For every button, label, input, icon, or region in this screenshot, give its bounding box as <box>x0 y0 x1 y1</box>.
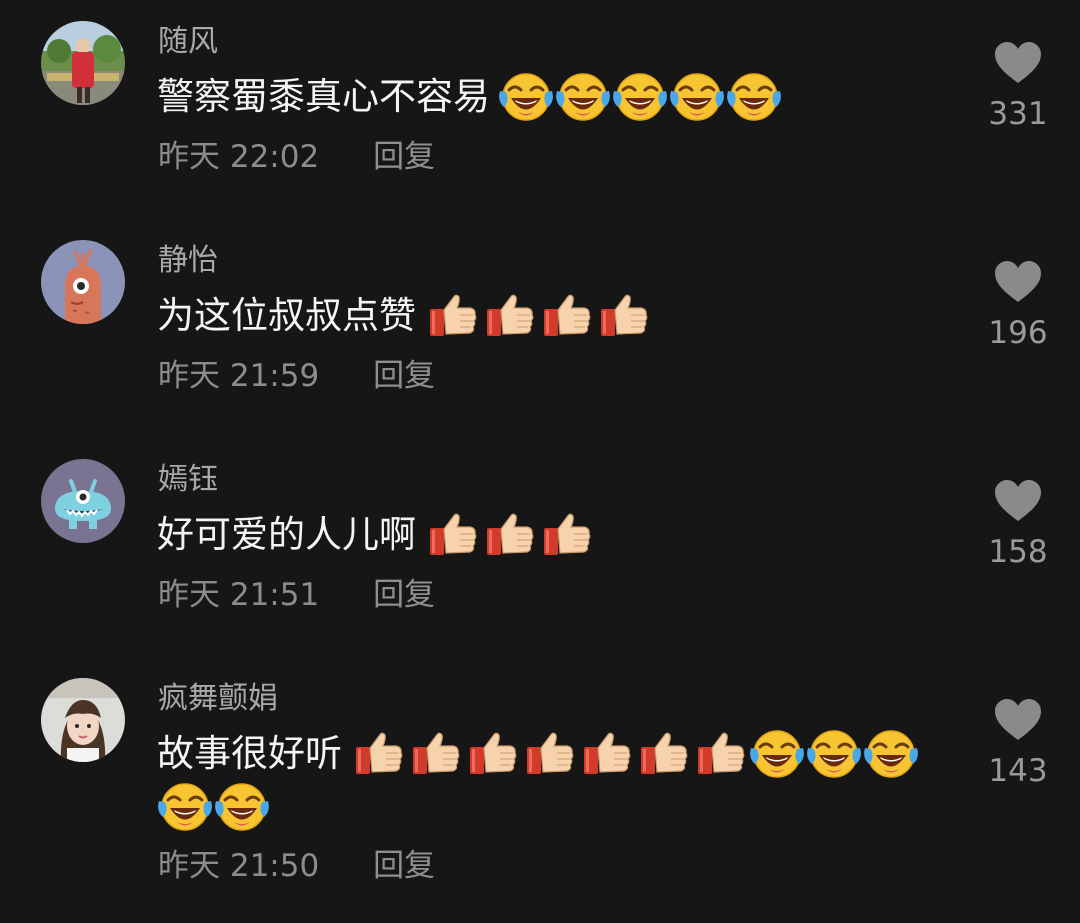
thumbs-up-emoji <box>521 728 578 780</box>
comment-text: 故事很好听 <box>157 732 342 775</box>
user-photo-icon <box>41 21 125 105</box>
like-button[interactable]: 158 <box>978 479 1058 570</box>
comment-text-line: 警察蜀黍真心不容易 <box>157 68 783 126</box>
thumbs-up-emoji <box>464 728 521 780</box>
reply-button[interactable]: 回复 <box>373 358 435 394</box>
like-count: 158 <box>988 534 1048 570</box>
avatar[interactable] <box>41 459 125 543</box>
timestamp: 昨天 21:51 <box>158 577 320 613</box>
username[interactable]: 随风 <box>158 25 218 59</box>
reply-button[interactable]: 回复 <box>373 577 435 613</box>
thumbs-up-emoji <box>692 728 749 780</box>
like-count: 196 <box>988 315 1048 351</box>
comment-item: 疯舞颤娟 故事很好听 昨天 21:50 回复 143 <box>0 657 1080 923</box>
laughing-crying-emoji <box>806 728 863 780</box>
laughing-crying-emoji <box>498 71 555 123</box>
like-button[interactable]: 196 <box>978 260 1058 351</box>
like-count: 143 <box>988 753 1048 789</box>
avatar[interactable] <box>41 240 125 324</box>
like-button[interactable]: 143 <box>978 698 1058 789</box>
avatar[interactable] <box>41 21 125 105</box>
thumbs-up-emoji <box>481 509 538 561</box>
username[interactable]: 静怡 <box>158 244 218 278</box>
comment-meta: 昨天 21:50 回复 <box>158 848 435 884</box>
comment-meta: 昨天 21:51 回复 <box>158 577 435 613</box>
username[interactable]: 疯舞颤娟 <box>158 682 278 716</box>
laughing-crying-emoji <box>157 781 214 833</box>
thumbs-up-emoji <box>578 728 635 780</box>
thumbs-up-emoji <box>595 290 652 342</box>
timestamp: 昨天 22:02 <box>158 139 320 175</box>
heart-icon <box>995 480 1041 521</box>
avatar[interactable] <box>41 678 125 762</box>
laughing-crying-emoji <box>612 71 669 123</box>
cartoon-shrimp-icon <box>41 240 125 324</box>
cartoon-monster-icon <box>41 459 125 543</box>
laughing-crying-emoji <box>863 728 920 780</box>
comment-item: 静怡 为这位叔叔点赞 昨天 21:59 回复 196 <box>0 219 1080 419</box>
comment-text: 警察蜀黍真心不容易 <box>157 75 490 118</box>
like-count: 331 <box>988 96 1048 132</box>
comment-meta: 昨天 22:02 回复 <box>158 139 435 175</box>
thumbs-up-emoji <box>350 728 407 780</box>
comment-text: 好可爱的人儿啊 <box>157 513 416 556</box>
laughing-crying-emoji <box>726 71 783 123</box>
reply-button[interactable]: 回复 <box>373 139 435 175</box>
comment-text-line: 好可爱的人儿啊 <box>157 506 595 564</box>
laughing-crying-emoji <box>749 728 806 780</box>
timestamp: 昨天 21:59 <box>158 358 320 394</box>
comment-meta: 昨天 21:59 回复 <box>158 358 435 394</box>
heart-icon <box>995 42 1041 83</box>
laughing-crying-emoji <box>669 71 726 123</box>
thumbs-up-emoji <box>538 290 595 342</box>
comment-item: 随风 警察蜀黍真心不容易 昨天 22:02 回复 331 <box>0 0 1080 200</box>
reply-button[interactable]: 回复 <box>373 848 435 884</box>
comment-text-line: 为这位叔叔点赞 <box>157 287 652 345</box>
thumbs-up-emoji <box>424 509 481 561</box>
timestamp: 昨天 21:50 <box>158 848 320 884</box>
username[interactable]: 嫣钰 <box>158 463 218 497</box>
user-photo-icon <box>41 678 125 762</box>
comment-text-line <box>157 778 271 836</box>
comment-text: 为这位叔叔点赞 <box>157 294 416 337</box>
thumbs-up-emoji <box>407 728 464 780</box>
laughing-crying-emoji <box>214 781 271 833</box>
comment-item: 嫣钰 好可爱的人儿啊 昨天 21:51 回复 158 <box>0 438 1080 638</box>
thumbs-up-emoji <box>424 290 481 342</box>
comment-text-line: 故事很好听 <box>157 725 920 783</box>
thumbs-up-emoji <box>635 728 692 780</box>
heart-icon <box>995 699 1041 740</box>
like-button[interactable]: 331 <box>978 41 1058 132</box>
heart-icon <box>995 261 1041 302</box>
thumbs-up-emoji <box>481 290 538 342</box>
thumbs-up-emoji <box>538 509 595 561</box>
laughing-crying-emoji <box>555 71 612 123</box>
